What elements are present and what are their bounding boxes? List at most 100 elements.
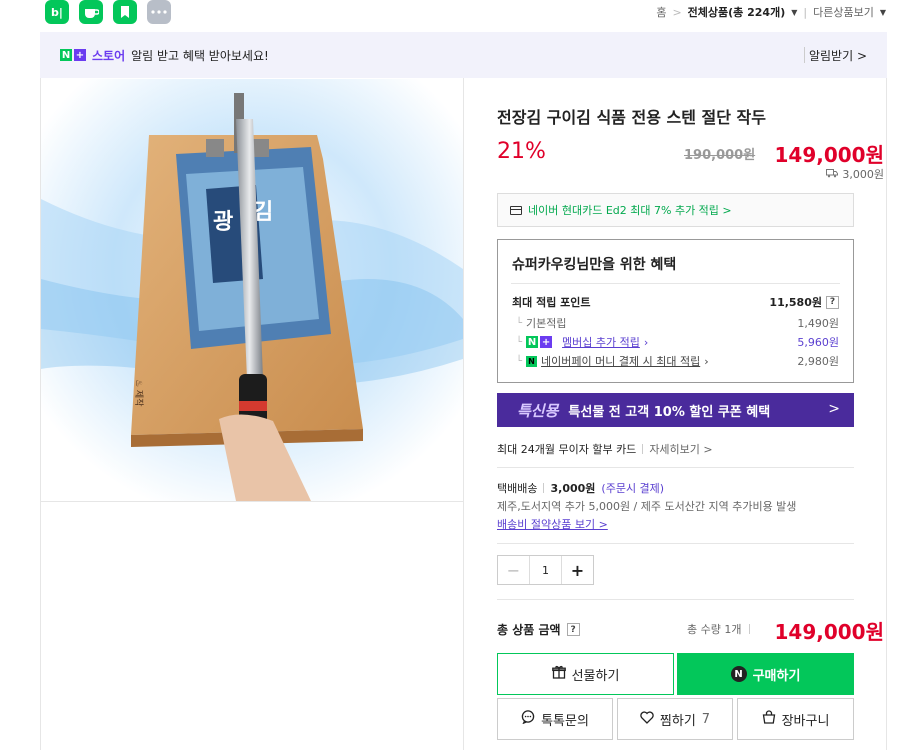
delivery-fee: 3,000원: [550, 482, 596, 495]
chat-bubble-icon: [521, 710, 535, 728]
breadcrumb-all-products[interactable]: 전체상품(총 224개): [688, 4, 786, 20]
total-quantity: 총 수량 1개: [687, 621, 751, 637]
basic-points-value: 1,490원: [797, 317, 839, 330]
card-promo-link[interactable]: 네이버 현대카드 Ed2 최대 7% 추가 적립 >: [497, 193, 854, 227]
naver-pay-icon: N: [526, 355, 538, 367]
npay-points-label[interactable]: 네이버페이 머니 결제 시 최대 적립: [541, 353, 700, 369]
alarm-subscribe-link[interactable]: 알림받기 >: [809, 47, 867, 64]
blog-icon[interactable]: b|: [45, 0, 69, 24]
svg-text:♨ 제작: ♨ 제작: [133, 379, 144, 407]
gift-button-label: 선물하기: [571, 668, 620, 684]
breadcrumb: 홈 > 전체상품(총 224개) ▼ | 다른상품보기 ▼: [656, 4, 886, 20]
delivery-type: 택배배송: [497, 482, 538, 495]
image-bottom-border: [40, 501, 464, 502]
naver-plus-logo: N +: [60, 49, 86, 61]
installment-text: 최대 24개월 무이자 할부 카드: [497, 443, 637, 456]
coupon-promo-banner[interactable]: 특신묭 특선물 전 고객 10% 할인 쿠폰 혜택 >: [497, 393, 854, 427]
quantity-decrease-button[interactable]: −: [498, 556, 530, 584]
chevron-down-icon[interactable]: ▼: [880, 8, 886, 17]
wishlist-count: 7: [701, 711, 711, 727]
app-icon-bar: b|: [45, 0, 171, 24]
chevron-right-icon: >: [828, 401, 840, 417]
product-photo-illustration: 광 김 ♨ 제작: [41, 79, 463, 501]
gift-icon: [551, 665, 566, 683]
chevron-down-icon[interactable]: ▼: [791, 8, 797, 17]
npay-points-value: 2,980원: [797, 355, 839, 368]
benefit-row-basic: └ 기본적립 1,490원: [512, 315, 839, 331]
installment-more-link[interactable]: 자세히보기 >: [649, 441, 712, 457]
breadcrumb-home[interactable]: 홈: [656, 4, 666, 20]
quantity-increase-button[interactable]: +: [561, 556, 593, 584]
shipping-saving-link[interactable]: 배송비 절약상품 보기 >: [497, 516, 608, 532]
cafe-icon[interactable]: [79, 0, 103, 24]
quantity-value[interactable]: 1: [530, 556, 561, 584]
naver-pay-n-icon: N: [730, 666, 747, 682]
product-title: 전장김 구이김 식품 전용 스텐 절단 작두: [497, 108, 766, 127]
total-label-text: 총 상품 금액: [497, 623, 561, 637]
membership-points-label[interactable]: 멤버십 추가 적립: [562, 334, 640, 350]
sub-arrow-icon: └: [516, 336, 523, 348]
banner-message: 알림 받고 혜택 받아보세요!: [131, 48, 269, 63]
store-alarm-banner: N + 스토어 알림 받고 혜택 받아보세요! 알림받기 >: [40, 32, 887, 78]
section-divider: [497, 599, 854, 600]
shipping-fee-summary: 3,000원: [826, 166, 884, 182]
benefit-divider: [511, 283, 840, 284]
benefit-row-membership[interactable]: └ N + 멤버십 추가 적립 › 5,960원: [512, 334, 839, 350]
basic-points-label: 기본적립: [526, 317, 567, 330]
help-icon[interactable]: ?: [566, 623, 580, 636]
bookmark-icon[interactable]: [113, 0, 137, 24]
frame-border: [886, 78, 887, 750]
sub-arrow-icon: └: [516, 317, 523, 329]
sub-arrow-icon: └: [516, 355, 523, 367]
buy-button-label: 구매하기: [752, 668, 801, 684]
promo-text: 특선물 전 고객 10% 할인 쿠폰 혜택: [568, 404, 771, 420]
breadcrumb-divider: |: [803, 5, 808, 19]
product-image[interactable]: 광 김 ♨ 제작: [41, 79, 463, 501]
max-points-label: 최대 적립 포인트: [512, 296, 591, 309]
membership-points-value: 5,960원: [797, 336, 839, 349]
help-icon[interactable]: ?: [826, 295, 839, 309]
banner-divider: [804, 47, 805, 63]
gift-button[interactable]: 선물하기: [497, 653, 674, 695]
delivery-extra-fee: 제주,도서지역 추가 5,000원 / 제주 도서산간 지역 추가비용 발생: [497, 500, 797, 513]
discount-rate: 21%: [497, 139, 546, 164]
svg-text:b|: b|: [51, 6, 63, 19]
breadcrumb-other-products[interactable]: 다른상품보기: [813, 4, 874, 20]
total-divider: [749, 624, 751, 634]
heart-icon: [640, 710, 654, 728]
wishlist-button[interactable]: 찜하기 7: [617, 698, 733, 740]
member-benefit-box: 슈퍼카우킹님만을 위한 혜택 최대 적립 포인트 11,580원 ? └ 기본적립…: [497, 239, 854, 383]
svg-text:광: 광: [213, 210, 233, 235]
installment-info: 최대 24개월 무이자 할부 카드 자세히보기 >: [497, 441, 713, 457]
cart-button[interactable]: 장바구니: [737, 698, 854, 740]
buy-button[interactable]: N 구매하기: [677, 653, 854, 695]
section-divider: [497, 543, 854, 544]
delivery-condition: (주문시 결제): [601, 482, 665, 495]
truck-icon: [826, 168, 839, 181]
frame-divider: [463, 78, 464, 750]
promo-logo: 특신묭: [517, 401, 559, 420]
benefit-row-max-points: 최대 적립 포인트 11,580원 ?: [512, 294, 839, 310]
section-divider: [497, 467, 854, 468]
breadcrumb-separator: >: [672, 5, 682, 19]
wishlist-label: 찜하기: [659, 713, 696, 729]
benefit-row-npay[interactable]: └ N 네이버페이 머니 결제 시 최대 적립 › 2,980원: [512, 353, 839, 369]
total-price: 149,000원: [774, 620, 885, 644]
top-bar: b| 홈 > 전체상품(총 224개) ▼ | 다른상품보기 ▼: [0, 0, 916, 30]
n-badge: N: [60, 49, 72, 61]
cart-label: 장바구니: [781, 713, 830, 729]
card-promo-text: 네이버 현대카드 Ed2 최대 7% 추가 적립 >: [528, 204, 732, 217]
chevron-right-icon: ›: [643, 335, 649, 349]
more-apps-icon[interactable]: [147, 0, 171, 24]
total-amount-label: 총 상품 금액 ?: [497, 621, 580, 638]
naver-plus-membership-icon: N +: [526, 336, 553, 348]
store-label: 스토어: [92, 48, 126, 63]
talk-inquiry-label: 톡톡문의: [541, 713, 589, 729]
quantity-stepper: − 1 +: [497, 555, 594, 585]
installment-divider: [642, 444, 644, 454]
talk-inquiry-button[interactable]: 톡톡문의: [497, 698, 613, 740]
sale-price: 149,000원: [774, 143, 885, 167]
delivery-divider: [543, 483, 545, 493]
total-quantity-text: 총 수량 1개: [687, 623, 742, 636]
max-points-value: 11,580원: [769, 296, 822, 309]
